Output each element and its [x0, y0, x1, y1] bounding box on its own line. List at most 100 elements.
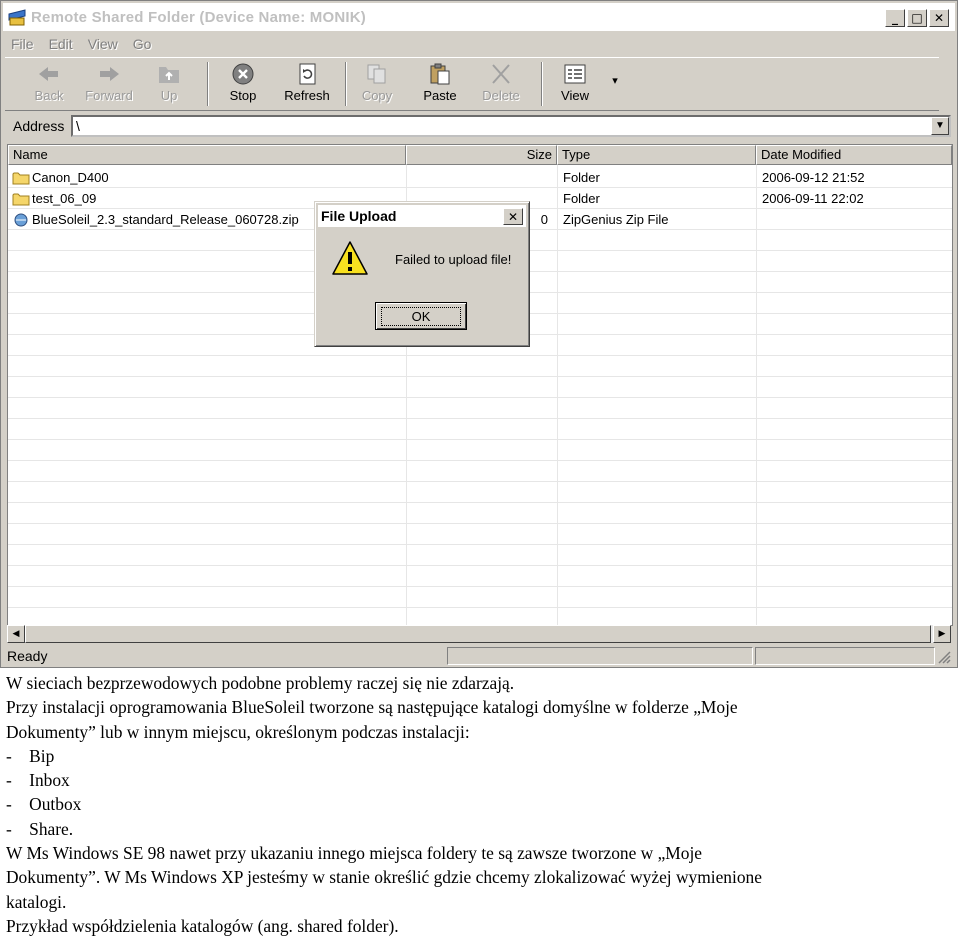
toolbar-separator	[207, 62, 209, 106]
chevron-down-icon: ▾	[612, 75, 618, 87]
address-dropdown-button[interactable]: ▼	[931, 117, 949, 135]
refresh-button[interactable]: Refresh	[279, 62, 335, 108]
warning-icon	[332, 241, 368, 275]
resize-grip-icon[interactable]	[937, 650, 951, 664]
column-header-size[interactable]: Size	[406, 145, 557, 165]
paste-button[interactable]: Paste	[419, 62, 461, 108]
copy-icon	[367, 64, 386, 84]
file-type: ZipGenius Zip File	[563, 212, 669, 227]
doc-list-item: - Outbox	[6, 794, 82, 815]
table-row	[8, 419, 952, 440]
file-type: Folder	[563, 191, 600, 206]
view-button[interactable]: View	[555, 62, 595, 108]
up-button[interactable]: Up	[151, 62, 187, 108]
status-panel	[447, 647, 753, 665]
doc-list-item: - Bip	[6, 745, 55, 766]
address-input[interactable]: \ ▼	[71, 115, 951, 137]
file-name: Canon_D400	[32, 170, 109, 185]
status-bar: Ready	[3, 646, 955, 666]
zip-file-icon	[14, 213, 28, 226]
stop-icon	[232, 63, 254, 85]
scroll-right-button[interactable]: ▶	[933, 625, 951, 643]
toolbar-separator	[541, 62, 543, 106]
forward-button[interactable]: Forward	[81, 62, 137, 108]
file-date: 2006-09-12 21:52	[762, 170, 865, 185]
doc-line: Dokumenty” lub w innym miejscu, określon…	[6, 721, 470, 742]
copy-button[interactable]: Copy	[357, 62, 397, 108]
doc-line: W sieciach bezprzewodowych podobne probl…	[6, 673, 515, 693]
scroll-left-button[interactable]: ◀	[7, 625, 25, 643]
doc-line: Przykład współdzielenia katalogów (ang. …	[6, 915, 399, 936]
paste-icon	[430, 63, 450, 85]
back-arrow-icon	[39, 67, 58, 81]
scroll-thumb[interactable]	[25, 625, 931, 643]
address-bar: Address \ ▼	[5, 113, 951, 139]
file-name: test_06_09	[32, 191, 97, 206]
ok-button[interactable]: OK	[375, 302, 467, 330]
view-list-icon	[564, 64, 586, 84]
doc-line: W Ms Windows SE 98 nawet przy ukazaniu i…	[6, 843, 703, 864]
arrow-left-icon: ◀	[12, 629, 20, 639]
folder-icon	[12, 193, 30, 205]
table-row	[8, 398, 952, 419]
status-text: Ready	[7, 648, 48, 664]
status-panel	[755, 647, 935, 665]
minimize-button[interactable]: _	[885, 9, 905, 27]
column-header-date[interactable]: Date Modified	[756, 145, 952, 165]
column-header-type[interactable]: Type	[557, 145, 756, 165]
chevron-down-icon: ▼	[935, 120, 945, 131]
table-row	[8, 377, 952, 398]
address-value: \	[76, 118, 80, 134]
file-type: Folder	[563, 170, 600, 185]
file-upload-dialog: File Upload ✕ Failed to upload file! OK	[314, 201, 530, 347]
dialog-title: File Upload	[321, 208, 397, 224]
ok-button-label: OK	[380, 306, 462, 326]
table-row	[8, 356, 952, 377]
up-folder-icon	[159, 67, 179, 83]
address-label: Address	[13, 118, 65, 134]
file-name: BlueSoleil_2.3_standard_Release_060728.z…	[32, 212, 299, 227]
folder-icon	[12, 172, 30, 184]
column-header-name[interactable]: Name	[8, 145, 406, 165]
explorer-window: Remote Shared Folder (Device Name: MONIK…	[0, 0, 958, 668]
table-row	[8, 503, 952, 524]
maximize-button[interactable]: □	[907, 9, 927, 27]
table-row	[8, 461, 952, 482]
toolbar-separator	[345, 62, 347, 106]
arrow-right-icon: ▶	[938, 629, 946, 639]
menu-file[interactable]: File	[11, 36, 34, 52]
toolbar: Back Forward Up Stop Refresh Copy Paste	[5, 57, 939, 111]
document-text: W sieciach bezprzewodowych podobne probl…	[6, 671, 954, 938]
doc-list-item: - Inbox	[6, 770, 70, 791]
dialog-message: Failed to upload file!	[395, 252, 512, 267]
shared-folder-icon	[8, 9, 26, 26]
dialog-title-bar[interactable]: File Upload ✕	[318, 205, 526, 227]
title-bar[interactable]: Remote Shared Folder (Device Name: MONIK…	[3, 3, 955, 31]
table-row	[8, 566, 952, 587]
doc-list-item: - Share.	[6, 818, 74, 839]
table-row	[8, 545, 952, 566]
file-row[interactable]: Canon_D400 Folder 2006-09-12 21:52	[8, 167, 952, 188]
file-date: 2006-09-11 22:02	[762, 191, 864, 206]
menu-bar: File Edit View Go	[5, 33, 160, 55]
delete-x-icon	[492, 64, 510, 84]
table-row	[8, 587, 952, 608]
dialog-close-button[interactable]: ✕	[503, 208, 523, 225]
table-row	[8, 482, 952, 503]
menu-view[interactable]: View	[88, 36, 118, 52]
horizontal-scrollbar[interactable]: ◀ ▶	[7, 625, 951, 643]
forward-arrow-icon	[100, 67, 119, 81]
stop-button[interactable]: Stop	[223, 62, 263, 108]
table-row	[8, 524, 952, 545]
refresh-icon	[299, 63, 316, 85]
doc-line: Dokumenty”. W Ms Windows XP jesteśmy w s…	[6, 867, 762, 888]
menu-go[interactable]: Go	[133, 36, 152, 52]
doc-line: katalogi.	[6, 891, 67, 912]
menu-edit[interactable]: Edit	[49, 36, 73, 52]
close-button[interactable]: ✕	[929, 9, 949, 27]
back-button[interactable]: Back	[29, 62, 69, 108]
doc-line: Przy instalacji oprogramowania BlueSolei…	[6, 697, 738, 718]
delete-button[interactable]: Delete	[479, 62, 523, 108]
window-title: Remote Shared Folder (Device Name: MONIK…	[31, 8, 366, 26]
table-row	[8, 440, 952, 461]
